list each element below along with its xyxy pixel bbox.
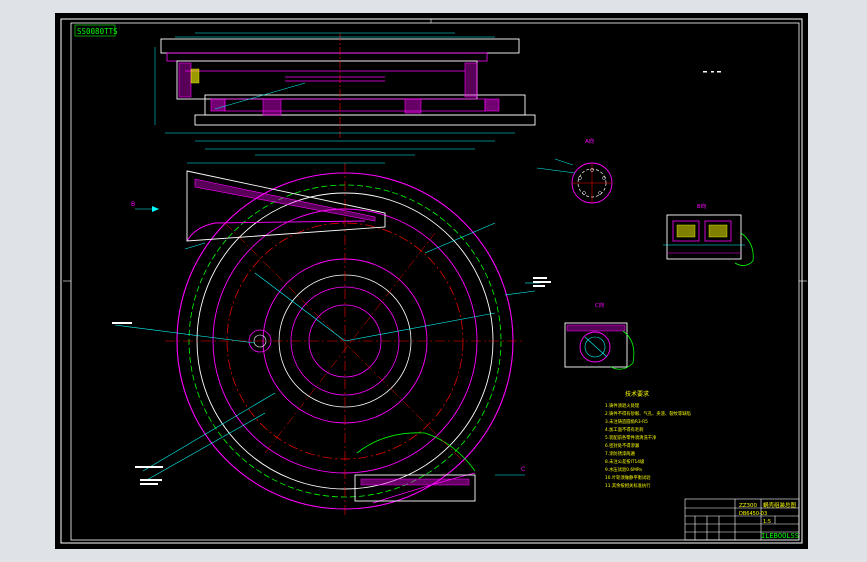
note-item: 7.涂防锈漆两遍 <box>605 450 636 457</box>
note-item: 2.铸件不得有砂眼、气孔、夹渣、裂纹等缺陷 <box>605 410 691 417</box>
note-item: 4.加工面不得有毛刺 <box>605 426 643 433</box>
title-drawing-no: DB6450-03 <box>739 511 767 517</box>
section-c-label: C向 <box>595 301 604 309</box>
rev-marker <box>703 71 721 73</box>
note-item: 10.叶轮须做静平衡试验 <box>605 474 651 481</box>
leader-text <box>112 277 551 485</box>
notes-title: 技术要求 <box>625 390 649 398</box>
note-item: 1.铸件须退火处理 <box>605 402 640 409</box>
sheet-border <box>60 18 803 544</box>
section-a-label: A向 <box>585 137 594 145</box>
inlet-pipe <box>135 162 386 242</box>
drawing-canvas: SS0080TTS B C A向 B向 C向 技术要求 1.铸件须退火处理 2.… <box>60 18 807 544</box>
title-scale: 1:5 <box>763 519 771 525</box>
detail-b-view <box>663 214 754 266</box>
technical-notes: 技术要求 1.铸件须退火处理 2.铸件不得有砂眼、气孔、夹渣、裂纹等缺陷 3.未… <box>605 390 691 489</box>
arrow-c-label: C <box>521 466 525 473</box>
note-item: 3.未注铸造圆角R3-R5 <box>605 418 648 425</box>
note-item: 6.密封处不得渗漏 <box>605 442 640 449</box>
detail-c-view <box>564 322 635 370</box>
detail-flange-view <box>536 158 613 204</box>
arrow-b-label: B <box>131 201 135 208</box>
note-item: 5.装配前各零件须清洗干净 <box>605 434 657 441</box>
title-name: 蜗壳组装总图 <box>763 501 797 509</box>
note-item: 8.未注公差按IT14级 <box>605 458 645 465</box>
drawing-sheet[interactable]: SS0080TTS B C A向 B向 C向 技术要求 1.铸件须退火处理 2.… <box>55 13 808 549</box>
brand-corner-text: ILEBOOLSS <box>761 532 799 540</box>
title-code: ZZ300 <box>739 503 758 509</box>
watermark-text: SS0080TTS <box>77 27 118 36</box>
main-plan-view <box>165 163 525 518</box>
note-item: 9.水压试验0.6MPa <box>605 466 642 473</box>
top-section-view <box>154 32 536 156</box>
inner-frame <box>70 22 800 541</box>
outlet-pipe <box>354 474 525 502</box>
cad-viewport[interactable]: SS0080TTS B C A向 B向 C向 技术要求 1.铸件须退火处理 2.… <box>0 0 867 562</box>
section-b-label: B向 <box>697 202 706 210</box>
note-item: 11.其余按相关标准执行 <box>605 482 651 489</box>
